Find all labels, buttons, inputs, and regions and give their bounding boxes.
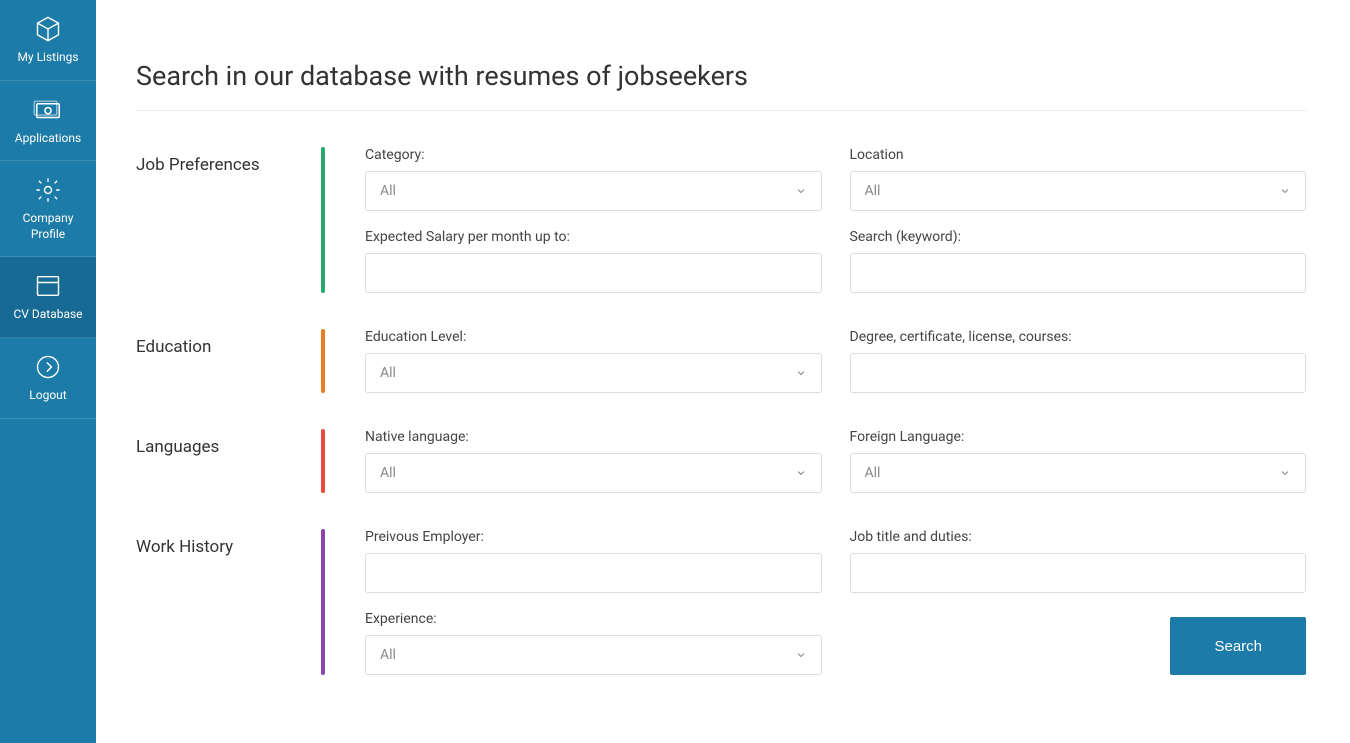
- job-title-input[interactable]: [850, 553, 1307, 593]
- sidebar-item-label: Company Profile: [4, 211, 92, 242]
- native-language-label: Native language:: [365, 429, 822, 445]
- previous-employer-label: Preivous Employer:: [365, 529, 822, 545]
- field-location: Location All: [850, 147, 1307, 211]
- category-select[interactable]: All: [365, 171, 822, 211]
- field-native-language: Native language: All: [365, 429, 822, 493]
- degree-label: Degree, certificate, license, courses:: [850, 329, 1307, 345]
- window-icon: [33, 271, 63, 301]
- sidebar-item-label: My Listings: [17, 50, 78, 66]
- location-select[interactable]: All: [850, 171, 1307, 211]
- education-level-select[interactable]: All: [365, 353, 822, 393]
- field-foreign-language: Foreign Language: All: [850, 429, 1307, 493]
- previous-employer-input[interactable]: [365, 553, 822, 593]
- location-value: All: [865, 183, 881, 199]
- field-experience: Experience: All: [365, 611, 822, 675]
- chevron-down-icon: [1279, 467, 1291, 479]
- gear-icon: [33, 175, 63, 205]
- cube-icon: [33, 14, 63, 44]
- sidebar-item-company-profile[interactable]: Company Profile: [0, 161, 96, 257]
- page-title: Search in our database with resumes of j…: [136, 60, 1306, 92]
- category-label: Category:: [365, 147, 822, 163]
- experience-value: All: [380, 647, 396, 663]
- foreign-language-value: All: [865, 465, 881, 481]
- section-accent-bar: [321, 529, 325, 675]
- chevron-down-icon: [795, 649, 807, 661]
- foreign-language-label: Foreign Language:: [850, 429, 1307, 445]
- experience-label: Experience:: [365, 611, 822, 627]
- field-category: Category: All: [365, 147, 822, 211]
- category-value: All: [380, 183, 396, 199]
- sidebar-item-logout[interactable]: Logout: [0, 338, 96, 419]
- sidebar-item-listings[interactable]: My Listings: [0, 0, 96, 81]
- sidebar-item-label: Logout: [29, 388, 66, 404]
- section-education: Education Education Level: All Degree, c…: [136, 329, 1306, 393]
- money-icon: [33, 95, 63, 125]
- keyword-input[interactable]: [850, 253, 1307, 293]
- education-level-label: Education Level:: [365, 329, 822, 345]
- sidebar-item-label: CV Database: [13, 307, 82, 323]
- experience-select[interactable]: All: [365, 635, 822, 675]
- sidebar-item-label: Applications: [15, 131, 81, 147]
- section-accent-bar: [321, 429, 325, 493]
- section-heading: Languages: [136, 429, 321, 493]
- degree-input[interactable]: [850, 353, 1307, 393]
- education-level-value: All: [380, 365, 396, 381]
- section-accent-bar: [321, 329, 325, 393]
- section-heading: Education: [136, 329, 321, 393]
- search-button[interactable]: Search: [1170, 617, 1306, 675]
- sidebar-item-applications[interactable]: Applications: [0, 81, 96, 162]
- section-accent-bar: [321, 147, 325, 293]
- native-language-value: All: [380, 465, 396, 481]
- section-job-preferences: Job Preferences Category: All Location A…: [136, 147, 1306, 293]
- section-work-history: Work History Preivous Employer: Job titl…: [136, 529, 1306, 675]
- chevron-down-icon: [795, 185, 807, 197]
- field-salary: Expected Salary per month up to:: [365, 229, 822, 293]
- job-title-label: Job title and duties:: [850, 529, 1307, 545]
- keyword-label: Search (keyword):: [850, 229, 1307, 245]
- field-keyword: Search (keyword):: [850, 229, 1307, 293]
- section-heading: Work History: [136, 529, 321, 675]
- field-previous-employer: Preivous Employer:: [365, 529, 822, 593]
- field-degree: Degree, certificate, license, courses:: [850, 329, 1307, 393]
- sidebar-item-cv-database[interactable]: CV Database: [0, 257, 96, 338]
- field-education-level: Education Level: All: [365, 329, 822, 393]
- sidebar: My Listings Applications Company Profile…: [0, 0, 96, 743]
- divider: [136, 110, 1306, 111]
- native-language-select[interactable]: All: [365, 453, 822, 493]
- main-content: Search in our database with resumes of j…: [96, 0, 1346, 731]
- salary-input[interactable]: [365, 253, 822, 293]
- logout-icon: [33, 352, 63, 382]
- salary-label: Expected Salary per month up to:: [365, 229, 822, 245]
- foreign-language-select[interactable]: All: [850, 453, 1307, 493]
- chevron-down-icon: [1279, 185, 1291, 197]
- chevron-down-icon: [795, 467, 807, 479]
- location-label: Location: [850, 147, 1307, 163]
- section-heading: Job Preferences: [136, 147, 321, 293]
- chevron-down-icon: [795, 367, 807, 379]
- search-row: Search: [850, 617, 1307, 675]
- section-languages: Languages Native language: All Foreign L…: [136, 429, 1306, 493]
- field-job-title: Job title and duties:: [850, 529, 1307, 593]
